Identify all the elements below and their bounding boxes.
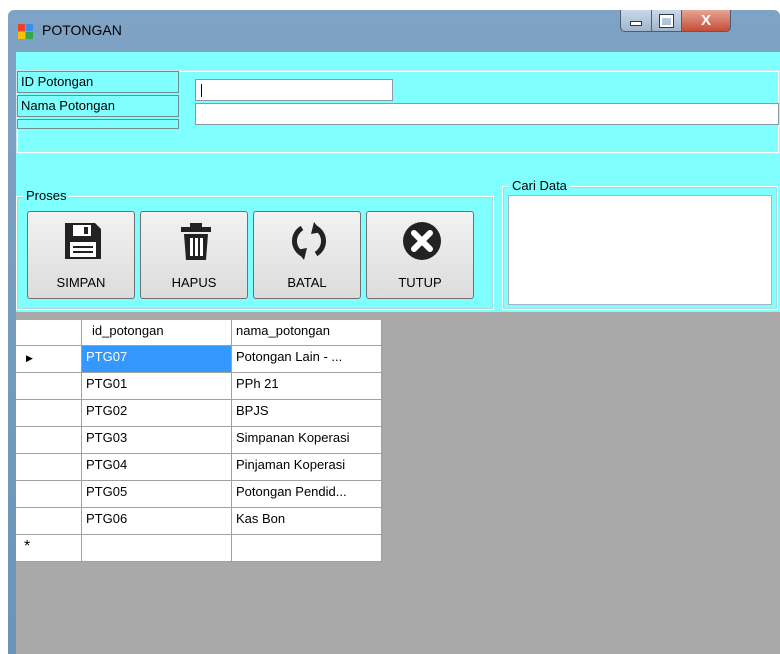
id-potongan-input[interactable] bbox=[195, 79, 393, 101]
new-row-cell[interactable] bbox=[82, 535, 232, 562]
table-cell[interactable]: PTG07 bbox=[82, 346, 232, 373]
proses-legend: Proses bbox=[23, 188, 70, 203]
input-group: ID Potongan Nama Potongan bbox=[16, 70, 780, 154]
new-row-cell[interactable] bbox=[232, 535, 382, 562]
table-cell[interactable]: Potongan Pendid... bbox=[232, 481, 382, 508]
empty-label-cell bbox=[17, 119, 179, 129]
close-circle-icon bbox=[403, 222, 441, 260]
title-bar: POTONGAN X bbox=[8, 10, 780, 50]
row-header[interactable]: * bbox=[16, 535, 82, 562]
minimize-button[interactable] bbox=[620, 10, 652, 32]
table-cell[interactable]: PTG05 bbox=[82, 481, 232, 508]
nama-potongan-label: Nama Potongan bbox=[17, 95, 179, 117]
minimize-icon bbox=[630, 21, 642, 26]
trash-icon bbox=[181, 223, 211, 260]
refresh-icon bbox=[291, 222, 327, 260]
new-row-asterisk-icon: * bbox=[24, 538, 31, 555]
text-caret bbox=[201, 84, 202, 97]
grid-corner-header[interactable] bbox=[16, 320, 82, 346]
table-cell[interactable]: BPJS bbox=[232, 400, 382, 427]
current-row-arrow-icon: ▶ bbox=[26, 353, 33, 363]
table-cell[interactable]: Potongan Lain - ... bbox=[232, 346, 382, 373]
close-icon: X bbox=[700, 12, 711, 29]
input-panel: ID Potongan Nama Potongan bbox=[16, 52, 780, 162]
row-header[interactable] bbox=[16, 373, 82, 400]
floppy-disk-icon bbox=[65, 223, 101, 259]
cari-data-legend: Cari Data bbox=[509, 178, 570, 193]
batal-button[interactable]: BATAL bbox=[253, 211, 361, 299]
action-panel: Proses SIMPAN HAPUS BATAL TUTUP Cari Dat… bbox=[16, 162, 780, 312]
table-cell[interactable]: PTG04 bbox=[82, 454, 232, 481]
tutup-button[interactable]: TUTUP bbox=[366, 211, 474, 299]
row-header[interactable] bbox=[16, 427, 82, 454]
client-area: ID Potongan Nama Potongan Proses SIMPAN … bbox=[16, 52, 780, 654]
cari-data-box[interactable] bbox=[508, 195, 772, 305]
table-cell[interactable]: Kas Bon bbox=[232, 508, 382, 535]
column-header-id-potongan[interactable]: id_potongan bbox=[82, 320, 232, 346]
maximize-button[interactable] bbox=[651, 10, 682, 32]
simpan-label: SIMPAN bbox=[56, 275, 106, 290]
table-cell[interactable]: PPh 21 bbox=[232, 373, 382, 400]
simpan-button[interactable]: SIMPAN bbox=[27, 211, 135, 299]
hapus-label: HAPUS bbox=[171, 275, 217, 290]
row-header[interactable]: ▶ bbox=[16, 346, 82, 373]
row-header[interactable] bbox=[16, 454, 82, 481]
nama-potongan-input[interactable] bbox=[195, 103, 779, 125]
window: POTONGAN X ID Potongan Nama Potongan Pro… bbox=[8, 10, 780, 654]
maximize-icon bbox=[660, 14, 673, 27]
table-cell[interactable]: PTG01 bbox=[82, 373, 232, 400]
close-window-button[interactable]: X bbox=[681, 10, 731, 32]
table-cell[interactable]: PTG03 bbox=[82, 427, 232, 454]
app-icon bbox=[18, 24, 34, 40]
hapus-button[interactable]: HAPUS bbox=[140, 211, 248, 299]
column-header-nama-potongan[interactable]: nama_potongan bbox=[232, 320, 382, 346]
batal-label: BATAL bbox=[287, 275, 327, 290]
tutup-label: TUTUP bbox=[398, 275, 442, 290]
table-cell[interactable]: Pinjaman Koperasi bbox=[232, 454, 382, 481]
cari-data-group: Cari Data bbox=[502, 178, 778, 310]
proses-group: Proses SIMPAN HAPUS BATAL TUTUP bbox=[16, 188, 494, 310]
table-cell[interactable]: Simpanan Koperasi bbox=[232, 427, 382, 454]
id-potongan-label: ID Potongan bbox=[17, 71, 179, 93]
row-header[interactable] bbox=[16, 481, 82, 508]
window-title: POTONGAN bbox=[42, 22, 122, 38]
row-header[interactable] bbox=[16, 400, 82, 427]
table-cell[interactable]: PTG06 bbox=[82, 508, 232, 535]
row-header[interactable] bbox=[16, 508, 82, 535]
table-cell[interactable]: PTG02 bbox=[82, 400, 232, 427]
